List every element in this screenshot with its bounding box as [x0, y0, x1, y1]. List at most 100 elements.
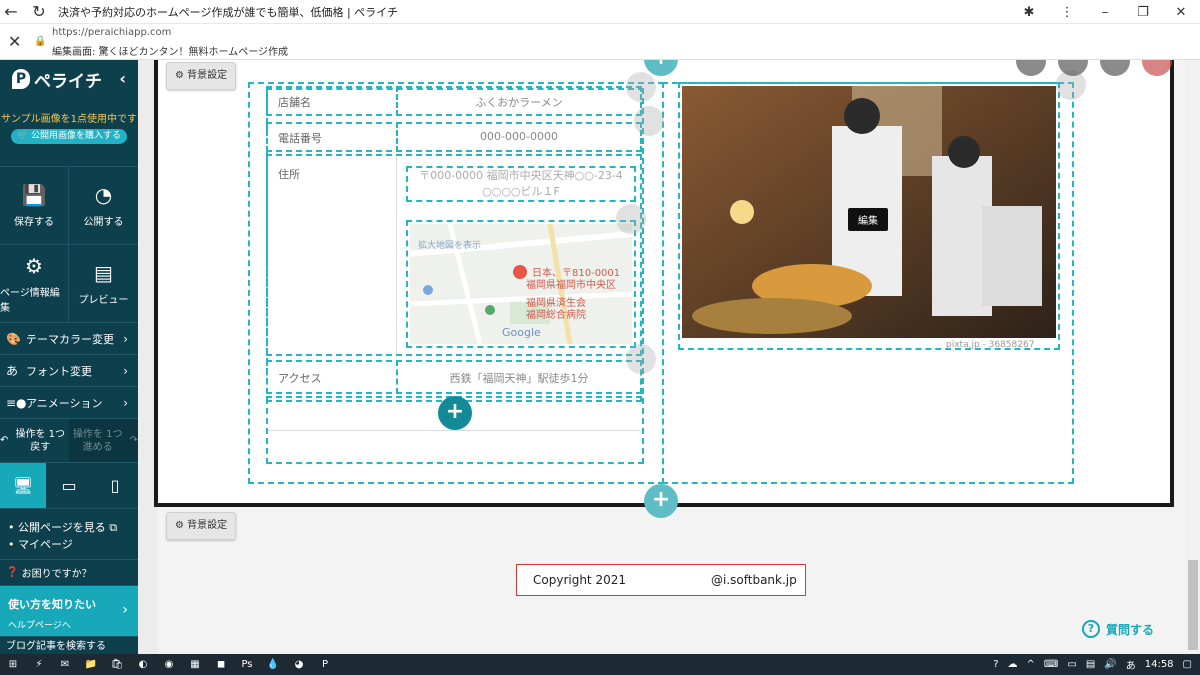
- save-icon: 💾: [21, 183, 47, 207]
- undo-label: 操作を 1つ戻す: [15, 428, 66, 453]
- page-scrollbar[interactable]: [1186, 60, 1200, 654]
- windows-start-icon[interactable]: ⊞: [0, 654, 26, 675]
- redo-label: 操作を 1つ進める: [72, 428, 123, 453]
- palette-icon: 🎨: [6, 331, 21, 346]
- tablet-view-icon[interactable]: ▭: [46, 463, 92, 508]
- copyright-box[interactable]: Copyright 2021 @i.softbank.jp: [516, 564, 806, 596]
- address-bar: ✕ 🔒 https://peraichiapp.com 編集画面: 驚くほどカン…: [0, 24, 1200, 60]
- editor-sidebar: P ペライチ ‹ サンプル画像を1点使用中です 🛒 公開用画像を購入する 💾 保…: [0, 60, 138, 654]
- reload-icon[interactable]: ↻: [28, 1, 50, 23]
- folder-icon[interactable]: 📁: [78, 654, 104, 675]
- battery-icon[interactable]: ▭: [1067, 659, 1076, 670]
- system-tray: ? ☁ ^ ⌨ ▭ ▤ 🔊 あ 14:58 ▢: [984, 654, 1192, 675]
- photoshop-icon[interactable]: Ps: [234, 654, 260, 675]
- add-section-button[interactable]: +: [644, 484, 678, 518]
- preview-button[interactable]: ▤ プレビュー: [69, 245, 138, 323]
- close-icon[interactable]: ✕: [8, 32, 21, 51]
- cloud-icon[interactable]: ☁: [1008, 659, 1018, 670]
- chevron-right-icon: ›: [123, 331, 128, 346]
- undo-button[interactable]: ↶ 操作を 1つ戻す: [0, 419, 69, 462]
- drop-icon[interactable]: 💧: [260, 654, 286, 675]
- map-enlarge-link[interactable]: 拡大地図を表示: [418, 238, 481, 251]
- redo-button[interactable]: 操作を 1つ進める ↷: [69, 419, 138, 462]
- row-value[interactable]: 000-000-0000: [396, 130, 642, 143]
- calculator-icon[interactable]: ▦: [182, 654, 208, 675]
- row-label: アクセス: [278, 372, 322, 385]
- view-public-page-link[interactable]: • 公開ページを見る ⧉: [8, 519, 130, 536]
- chrome-icon[interactable]: ◕: [286, 654, 312, 675]
- ime-indicator[interactable]: あ: [1126, 657, 1136, 672]
- lightning-icon[interactable]: ⚡: [26, 654, 52, 675]
- store-icon[interactable]: 🛍: [104, 654, 130, 675]
- notification-icon[interactable]: ▢: [1183, 659, 1192, 670]
- sidebar-item-animation[interactable]: ≡● アニメーション ›: [0, 387, 138, 419]
- undo-redo-group: ↶ 操作を 1つ戻す 操作を 1つ進める ↷: [0, 419, 138, 463]
- font-label: フォント変更: [26, 364, 92, 378]
- table-bottom-line: [268, 430, 640, 431]
- edge-icon[interactable]: ◐: [130, 654, 156, 675]
- scrollbar-thumb[interactable]: [1188, 560, 1198, 650]
- line-icon[interactable]: ◼: [208, 654, 234, 675]
- ask-question-button[interactable]: ? 質問する: [1082, 620, 1154, 638]
- buy-image-button[interactable]: 🛒 公開用画像を購入する: [11, 129, 127, 144]
- block-tool-icon[interactable]: [626, 344, 656, 374]
- table-row: アクセス 西鉄「福岡天神」駅徒歩1分: [266, 364, 642, 390]
- row-label: 店舗名: [278, 96, 311, 109]
- restore-icon[interactable]: ❐: [1124, 5, 1162, 20]
- animation-label: アニメーション: [26, 396, 103, 410]
- block-tool-icon[interactable]: [634, 106, 664, 136]
- publish-label: 公開する: [83, 217, 124, 228]
- table-row: 店舗名 ふくおかラーメン: [266, 88, 642, 114]
- window-controls: ✱ ⋮ – ❐ ✕: [1010, 0, 1200, 24]
- help-tray-icon[interactable]: ?: [993, 659, 998, 670]
- map-google-logo: Google: [502, 326, 541, 339]
- mobile-view-icon[interactable]: ▯: [92, 463, 138, 508]
- animation-icon: ≡●: [6, 395, 27, 410]
- peraichi-taskbar-icon[interactable]: P: [312, 654, 338, 675]
- mypage-link[interactable]: • マイページ: [8, 536, 130, 553]
- more-menu-icon[interactable]: ⋮: [1048, 5, 1086, 20]
- sidebar-item-theme-color[interactable]: 🎨 テーマカラー変更 ›: [0, 323, 138, 355]
- question-icon: ?: [1082, 620, 1100, 638]
- mail-icon[interactable]: ✉: [52, 654, 78, 675]
- sidebar-action-grid: 💾 保存する ◔ 公開する ⚙ ページ情報編集 ▤ プレビュー: [0, 166, 138, 323]
- help-question[interactable]: ❓ お困りですか？: [0, 560, 138, 586]
- buy-image-label: 公開用画像を購入する: [31, 131, 122, 141]
- sample-image-notice: サンプル画像を1点使用中です: [0, 114, 138, 125]
- block-tool-icon[interactable]: [616, 204, 646, 234]
- page-info-button[interactable]: ⚙ ページ情報編集: [0, 245, 69, 323]
- font-icon: あ: [6, 364, 19, 378]
- address-value[interactable]: 〒000-0000 福岡市中央区天神○○-23-4 ○○○○ビル１F: [410, 168, 632, 200]
- tray-chevron-icon[interactable]: ^: [1027, 659, 1035, 670]
- back-arrow-icon[interactable]: ←: [0, 1, 22, 23]
- bg-setting-button[interactable]: ⚙ 背景設定: [166, 62, 237, 90]
- volume-icon[interactable]: 🔊: [1104, 659, 1116, 670]
- publish-button[interactable]: ◔ 公開する: [69, 167, 138, 245]
- blog-search-link[interactable]: ブログ記事を検索する: [0, 636, 138, 654]
- photo-edit-button[interactable]: 編集: [848, 208, 888, 231]
- google-map[interactable]: 拡大地図を表示 日本、〒810-0001 福岡県福岡市中央区 福岡県済生会 福岡…: [410, 224, 632, 344]
- url-text[interactable]: https://peraichiapp.com: [52, 27, 171, 38]
- howto-subtitle: ヘルプページへ: [8, 621, 71, 631]
- app-icon[interactable]: ◉: [156, 654, 182, 675]
- desktop-view-icon[interactable]: 🖥: [0, 463, 46, 508]
- row-value[interactable]: 西鉄「福岡天神」駅徒歩1分: [396, 370, 642, 386]
- map-hospital2-label: 福岡総合病院: [526, 310, 586, 321]
- close-window-icon[interactable]: ✕: [1162, 5, 1200, 20]
- bg-setting-button-footer[interactable]: ⚙ 背景設定: [166, 512, 237, 540]
- minimize-icon[interactable]: –: [1086, 5, 1124, 20]
- network-icon[interactable]: ▤: [1086, 659, 1095, 670]
- save-button[interactable]: 💾 保存する: [0, 167, 69, 245]
- keyboard-icon[interactable]: ⌨: [1044, 659, 1058, 670]
- clock[interactable]: 14:58: [1145, 659, 1174, 670]
- block-tool-icon[interactable]: [626, 72, 656, 102]
- tab-title: 決済や予約対応のホームページ作成が誰でも簡単、低価格 | ペライチ: [58, 5, 399, 19]
- peraichi-logo-icon: P: [12, 69, 30, 89]
- sidebar-item-font[interactable]: あ フォント変更 ›: [0, 355, 138, 387]
- add-row-button[interactable]: +: [438, 396, 472, 430]
- collapse-chevron-icon[interactable]: ‹: [119, 69, 126, 88]
- row-value[interactable]: ふくおかラーメン: [396, 94, 642, 110]
- extension-icon[interactable]: ✱: [1010, 5, 1048, 20]
- view-public-page-label: 公開ページを見る: [18, 521, 106, 534]
- howto-help-button[interactable]: 使い方を知りたい ヘルプページへ ›: [0, 586, 138, 636]
